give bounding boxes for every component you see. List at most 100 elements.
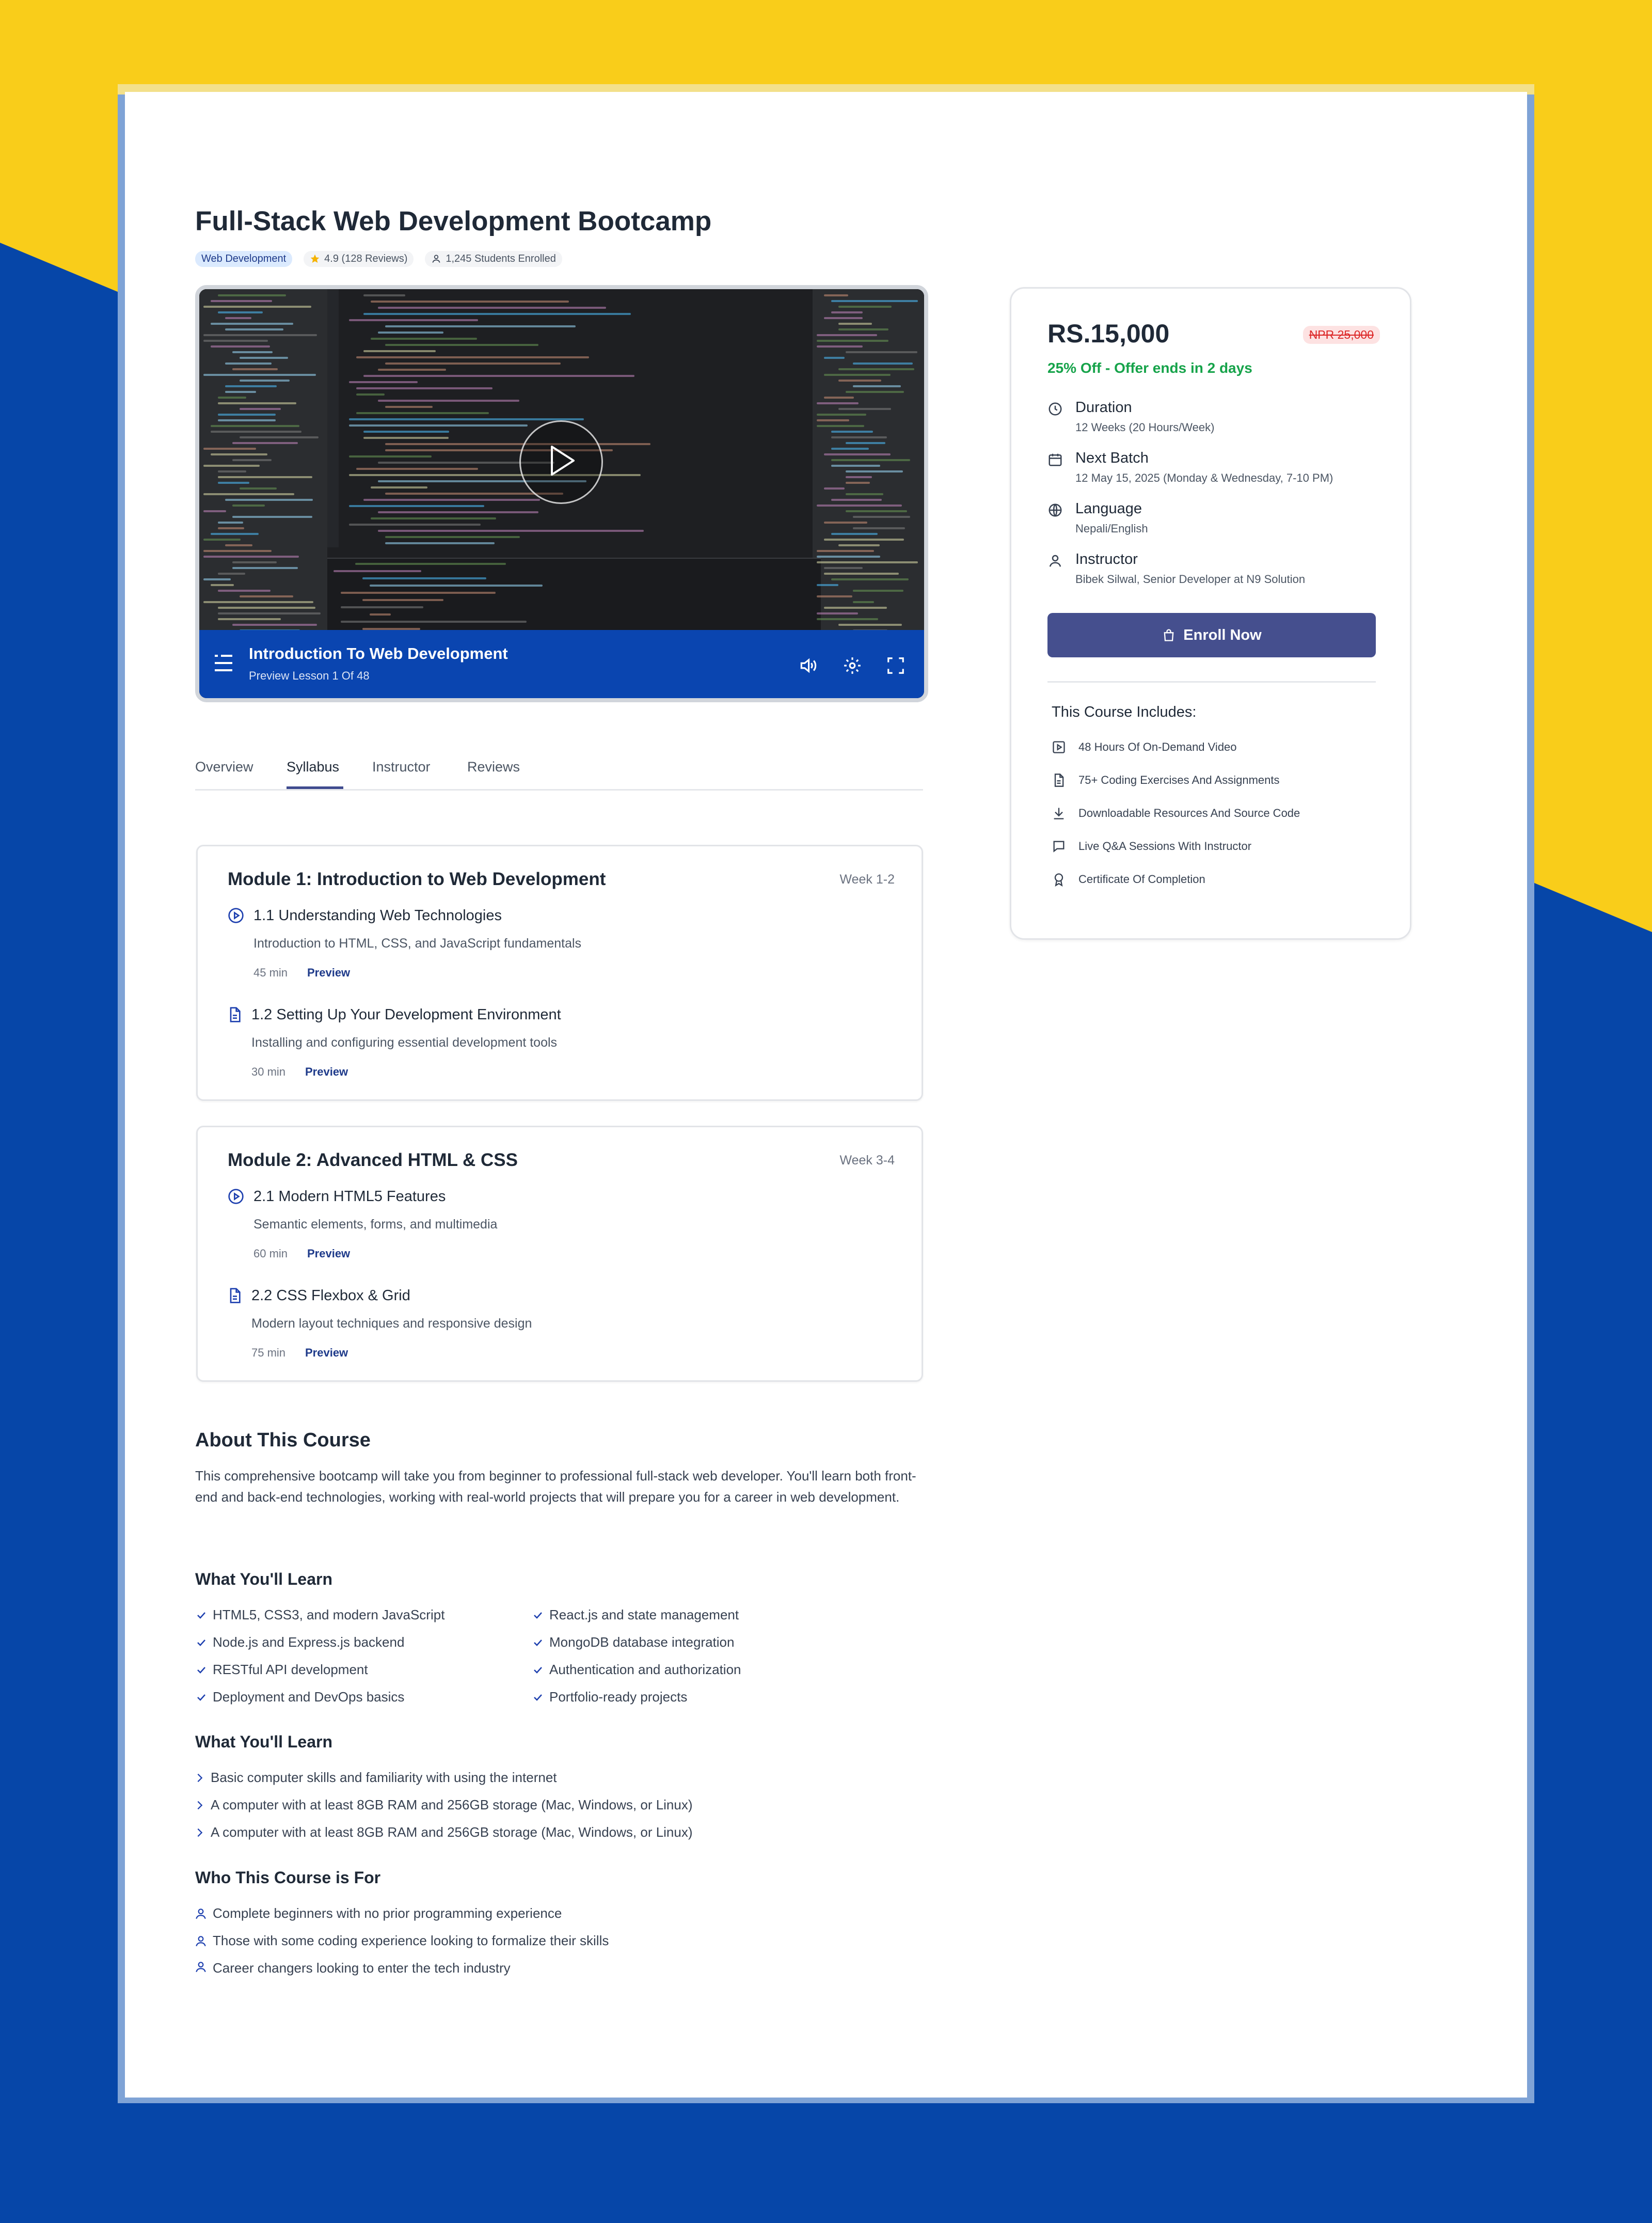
code-line [817,595,853,597]
video-player[interactable]: Introduction To Web Development Preview … [195,285,928,702]
lesson-description: Semantic elements, forms, and multimedia [253,1217,498,1232]
code-line [363,375,634,377]
code-line [218,590,271,592]
code-line [817,340,888,342]
check-icon [534,1639,542,1646]
tab-syllabus[interactable]: Syllabus [287,759,339,775]
learn-heading: What You'll Learn [195,1570,332,1588]
code-line [232,567,298,569]
code-line [341,606,424,608]
info-label: Next Batch [1075,450,1149,466]
code-line [817,402,859,404]
code-line [817,425,865,427]
code-line [211,345,270,348]
about-heading: About This Course [195,1429,371,1451]
code-line [378,332,443,334]
code-line [203,556,299,558]
tab-overview[interactable]: Overview [195,759,253,775]
code-line [831,448,869,450]
enroll-button[interactable]: Enroll Now [1047,613,1376,657]
code-line [838,624,902,626]
include-item: Certificate Of Completion [1052,872,1205,887]
lesson-preview-link[interactable]: Preview [305,1065,348,1079]
video-thumbnail [199,289,924,639]
code-line [846,476,872,478]
code-line [363,437,449,439]
code-line [211,533,259,535]
code-line [831,311,863,313]
user-icon [1049,555,1061,567]
code-line [218,607,315,609]
code-line [385,362,561,365]
code-line [211,323,293,325]
code-line [232,442,298,444]
include-item: 48 Hours Of On-Demand Video [1052,740,1237,754]
code-line [371,517,496,519]
module-title: Module 2: Advanced HTML & CSS [228,1150,518,1170]
fullscreen-icon[interactable] [886,656,906,675]
lesson-preview-link[interactable]: Preview [305,1346,348,1360]
code-line [824,607,887,609]
code-line [218,482,249,484]
info-value: Bibek Silwal, Senior Developer at N9 Sol… [1075,573,1306,586]
video-control-bar: Introduction To Web Development Preview … [199,630,924,698]
play-circle-icon [228,908,244,923]
lesson-title[interactable]: 2.1 Modern HTML5 Features [253,1188,446,1205]
code-line [853,590,904,592]
original-price: NPR 25,000 [1302,326,1380,344]
code-line [846,482,870,484]
code-line [378,511,539,513]
code-line [838,328,889,330]
info-value: 12 May 15, 2025 (Monday & Wednesday, 7-1… [1075,471,1333,484]
course-title: Full-Stack Web Development Bootcamp [195,206,712,237]
active-tab-indicator [287,786,343,789]
info-label: Instructor [1075,551,1138,567]
code-line [831,465,880,467]
code-line [817,561,918,563]
play-button[interactable] [519,420,603,504]
code-line [218,573,245,575]
code-line [363,294,405,296]
learn-item: MongoDB database integration [532,1634,734,1650]
code-line [356,468,479,470]
lesson-title[interactable]: 2.2 CSS Flexbox & Grid [251,1287,410,1304]
tab-reviews[interactable]: Reviews [467,759,520,775]
audience-heading: Who This Course is For [195,1868,381,1887]
code-line [824,539,904,541]
document-icon [230,1007,241,1022]
code-line [846,442,885,444]
code-line [211,453,268,455]
code-line [203,448,257,450]
code-line [853,516,911,518]
code-line [225,391,257,393]
settings-icon[interactable] [843,656,862,675]
category-badge[interactable]: Web Development [195,250,293,267]
learn-item: Node.js and Express.js backend [195,1634,404,1650]
code-line [355,563,506,565]
globe-icon [1049,503,1062,517]
code-line [240,357,289,359]
lesson-title[interactable]: 1.2 Setting Up Your Development Environm… [251,1006,561,1023]
code-line [853,527,906,529]
user-icon [196,1962,206,1973]
code-line [363,313,631,315]
lesson-preview-link[interactable]: Preview [307,966,350,980]
code-line [831,499,882,501]
requirement-item: Basic computer skills and familiarity wi… [194,1770,557,1786]
tab-instructor[interactable]: Instructor [372,759,431,775]
video-icon [1053,741,1065,753]
lesson-duration: 60 min [253,1247,288,1260]
lesson-preview-link[interactable]: Preview [307,1247,350,1260]
chevron-right-icon [197,1773,203,1782]
info-label: Language [1075,500,1142,517]
code-line [831,578,909,580]
volume-icon[interactable] [798,656,818,675]
lesson-title[interactable]: 1.1 Understanding Web Technologies [253,907,502,924]
menu-icon[interactable] [213,653,234,674]
code-line [846,391,904,393]
code-line [817,414,867,416]
code-line [824,357,845,359]
code-line [824,374,891,376]
check-icon [197,1612,205,1619]
rating-text: 4.9 (128 Reviews) [324,253,408,264]
